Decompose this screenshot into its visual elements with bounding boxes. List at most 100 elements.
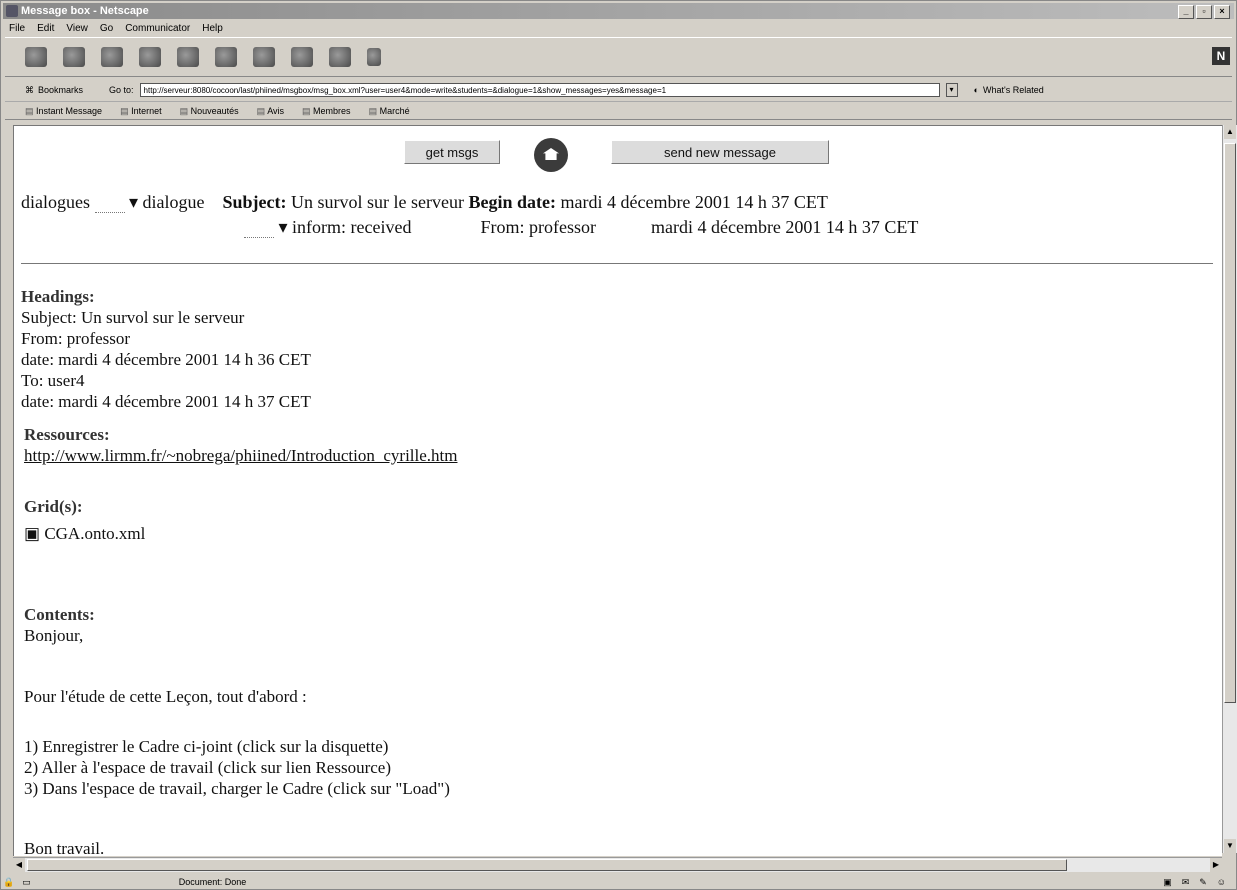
grids-section: Grid(s): ▣ CGA.onto.xml bbox=[24, 496, 145, 544]
contents-title: Contents: bbox=[24, 605, 95, 624]
headings-section: Headings: Subject: Un survol sur le serv… bbox=[21, 286, 311, 412]
shop-icon[interactable] bbox=[329, 47, 351, 67]
title-bar: Message box - Netscape _ ▫ × bbox=[3, 3, 1234, 19]
get-msgs-button[interactable]: get msgs bbox=[404, 140, 500, 164]
divider bbox=[21, 263, 1213, 264]
horizontal-scrollbar[interactable]: ◀ ▶ bbox=[13, 857, 1222, 872]
begin-date-value: mardi 4 décembre 2001 14 h 37 CET bbox=[560, 192, 828, 212]
grid-file: CGA.onto.xml bbox=[44, 524, 146, 543]
ressources-section: Ressources: http://www.lirmm.fr/~nobrega… bbox=[24, 424, 457, 466]
im-icon[interactable]: ☺ bbox=[1217, 877, 1226, 888]
reload-icon[interactable] bbox=[101, 47, 123, 67]
security-lock-icon[interactable]: 🔒 bbox=[3, 877, 14, 888]
pt-marche[interactable]: Marché bbox=[369, 106, 410, 117]
pt-nouveautes[interactable]: Nouveautés bbox=[180, 106, 239, 117]
pt-internet[interactable]: Internet bbox=[120, 106, 162, 117]
pt-instant-message[interactable]: Instant Message bbox=[25, 106, 102, 117]
my-netscape-icon[interactable] bbox=[215, 47, 237, 67]
message-header-row: ▾ inform: received From: professor mardi… bbox=[244, 217, 918, 238]
window-title: Message box - Netscape bbox=[21, 5, 149, 17]
vertical-scrollbar[interactable]: ▲ ▼ bbox=[1222, 125, 1237, 853]
netscape-icon bbox=[6, 5, 18, 17]
related-icon: ◐ bbox=[973, 85, 979, 95]
location-bar: ⌘ Bookmarks Go to: http://serveur:8080/c… bbox=[5, 79, 1232, 102]
security-icon[interactable] bbox=[291, 47, 313, 67]
vertical-scroll-thumb[interactable] bbox=[1224, 143, 1236, 703]
menu-go[interactable]: Go bbox=[100, 23, 113, 34]
grids-title: Grid(s): bbox=[24, 497, 83, 516]
whats-related-button[interactable]: ◐ What's Related bbox=[974, 85, 1044, 95]
begin-date-label: Begin date: bbox=[468, 192, 556, 212]
menu-file[interactable]: File bbox=[9, 23, 25, 34]
menu-communicator[interactable]: Communicator bbox=[125, 23, 190, 34]
contents-closing: Bon travail. bbox=[24, 839, 105, 856]
window-controls: _ ▫ × bbox=[1178, 5, 1230, 19]
related-label: What's Related bbox=[982, 85, 1044, 95]
ressource-link[interactable]: http://www.lirmm.fr/~nobrega/phiined/Int… bbox=[24, 446, 457, 465]
step-1: 1) Enregistrer le Cadre ci-joint (click … bbox=[24, 737, 389, 756]
progress-icon: ▭ bbox=[22, 876, 31, 887]
menu-bar: File Edit View Go Communicator Help bbox=[5, 21, 1232, 35]
send-new-message-button[interactable]: send new message bbox=[611, 140, 829, 164]
url-field[interactable]: http://serveur:8080/cocoon/last/phiined/… bbox=[139, 83, 940, 97]
bookmarks-label: Bookmarks bbox=[38, 85, 84, 95]
scroll-down-icon[interactable]: ▼ bbox=[1224, 839, 1236, 853]
step-2: 2) Aller à l'espace de travail (click su… bbox=[24, 758, 391, 777]
composer-icon[interactable]: ✎ bbox=[1199, 877, 1207, 888]
dialogue-dropdown[interactable]: ▾ dialogue bbox=[129, 192, 205, 212]
status-bar: 🔒 ▭ Document: Done ▣ ✉ ✎ ☺ bbox=[3, 875, 1234, 889]
component-bar: ▣ ✉ ✎ ☺ bbox=[1163, 877, 1234, 888]
minimize-button[interactable]: _ bbox=[1178, 5, 1194, 19]
netscape-logo-icon: N bbox=[1212, 47, 1230, 65]
scroll-right-icon[interactable]: ▶ bbox=[1210, 858, 1222, 872]
inform-dropdown[interactable]: ▾ inform: received bbox=[279, 217, 412, 237]
date-inline: mardi 4 décembre 2001 14 h 37 CET bbox=[650, 217, 919, 237]
subject-label: Subject: bbox=[222, 192, 287, 212]
status-text: Document: Done bbox=[178, 877, 247, 887]
maximize-button[interactable]: ▫ bbox=[1196, 5, 1212, 19]
contents-section: Contents: Bonjour, bbox=[24, 604, 95, 646]
contents-greeting: Bonjour, bbox=[24, 626, 84, 645]
dialogues-label: dialogues bbox=[21, 192, 90, 212]
heading-date: date: mardi 4 décembre 2001 14 h 36 CET bbox=[21, 350, 311, 369]
floppy-disk-icon[interactable]: ▣ bbox=[24, 524, 40, 543]
browser-window: Message box - Netscape _ ▫ × File Edit V… bbox=[0, 0, 1237, 890]
close-button[interactable]: × bbox=[1214, 5, 1230, 19]
horizontal-scroll-thumb[interactable] bbox=[27, 859, 1067, 871]
heading-to: To: user4 bbox=[21, 371, 85, 390]
home-icon[interactable] bbox=[534, 138, 568, 172]
home-toolbar-icon[interactable] bbox=[139, 47, 161, 67]
scroll-up-icon[interactable]: ▲ bbox=[1224, 125, 1236, 139]
print-icon[interactable] bbox=[253, 47, 275, 67]
menu-edit[interactable]: Edit bbox=[37, 23, 54, 34]
heading-from: From: professor bbox=[21, 329, 131, 348]
navigation-toolbar bbox=[5, 37, 1232, 77]
step-3: 3) Dans l'espace de travail, charger le … bbox=[24, 779, 450, 798]
heading-subject: Subject: Un survol sur le serveur bbox=[21, 308, 245, 327]
stop-icon[interactable] bbox=[367, 48, 381, 66]
back-icon[interactable] bbox=[25, 47, 47, 67]
from-inline: From: professor bbox=[480, 217, 596, 237]
search-icon[interactable] bbox=[177, 47, 199, 67]
bookmarks-button[interactable]: ⌘ Bookmarks bbox=[5, 85, 83, 96]
ressources-title: Ressources: bbox=[24, 425, 110, 444]
navigator-icon[interactable]: ▣ bbox=[1163, 877, 1172, 888]
headings-title: Headings: bbox=[21, 287, 95, 306]
page-content: get msgs send new message dialogues ▾ di… bbox=[13, 125, 1222, 856]
subject-value: Un survol sur le serveur bbox=[291, 192, 464, 212]
message-select[interactable] bbox=[244, 223, 274, 238]
pt-avis[interactable]: Avis bbox=[257, 106, 284, 117]
url-dropdown-icon[interactable]: ▾ bbox=[945, 83, 958, 97]
heading-date2: date: mardi 4 décembre 2001 14 h 37 CET bbox=[21, 392, 311, 411]
menu-help[interactable]: Help bbox=[202, 23, 223, 34]
menu-view[interactable]: View bbox=[66, 23, 88, 34]
dialogues-select[interactable] bbox=[94, 198, 125, 213]
dialogue-header-row: dialogues ▾ dialogue Subject: Un survol … bbox=[21, 192, 828, 213]
forward-icon[interactable] bbox=[63, 47, 85, 67]
pt-membres[interactable]: Membres bbox=[302, 106, 351, 117]
bookmark-icon: ⌘ bbox=[25, 84, 34, 95]
contents-steps: 1) Enregistrer le Cadre ci-joint (click … bbox=[24, 736, 450, 799]
mail-icon[interactable]: ✉ bbox=[1182, 877, 1190, 888]
scroll-left-icon[interactable]: ◀ bbox=[13, 858, 25, 872]
contents-intro: Pour l'étude de cette Leçon, tout d'abor… bbox=[24, 687, 307, 706]
